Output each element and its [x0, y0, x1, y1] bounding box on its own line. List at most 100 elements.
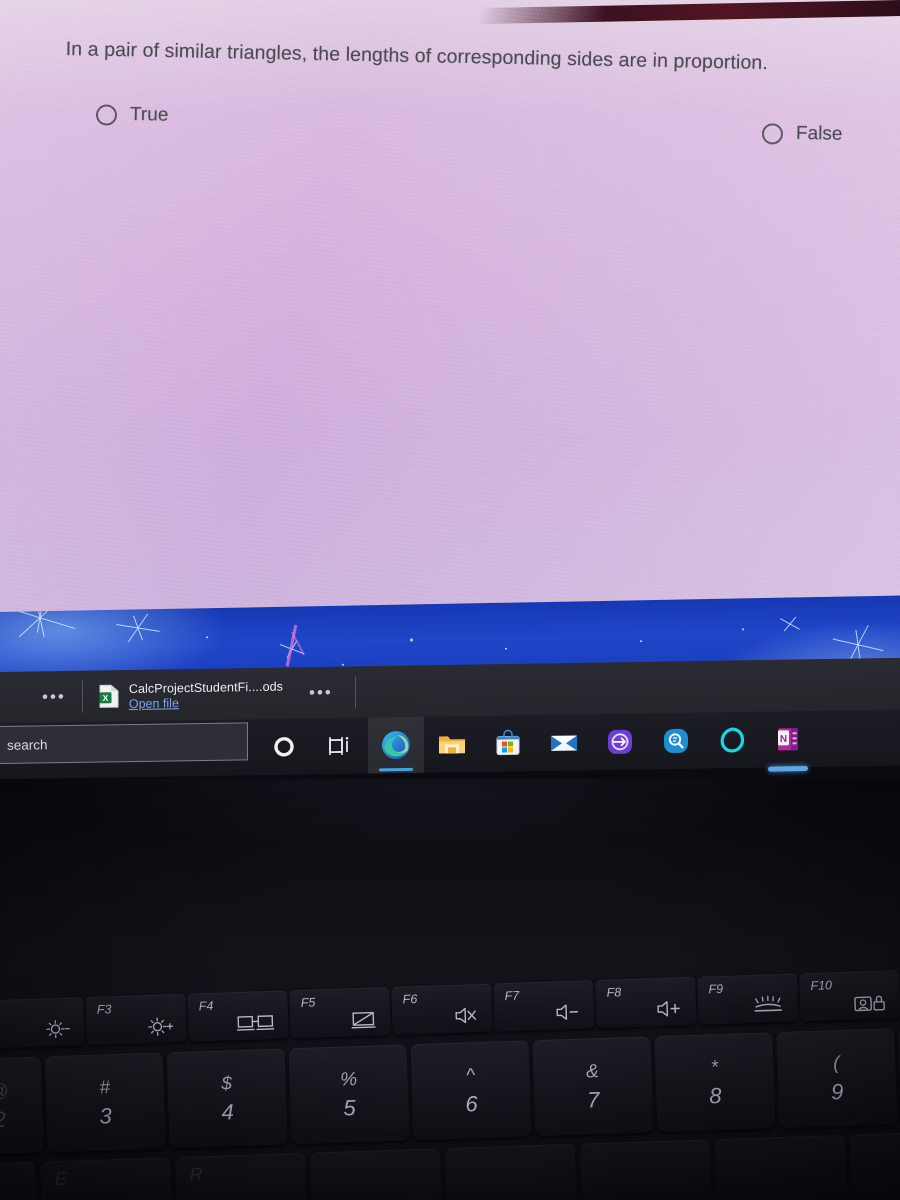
key-f2[interactable] — [0, 997, 86, 1049]
star-dot — [505, 647, 507, 650]
radio-option-true[interactable]: True — [95, 103, 169, 126]
open-file-link[interactable]: Open file — [129, 696, 179, 711]
key-3-symbol: # — [99, 1076, 111, 1099]
key-f9[interactable]: F9 — [697, 973, 799, 1025]
key-f7[interactable]: F7 — [493, 980, 595, 1032]
taskbar-item-onenote[interactable]: N — [760, 711, 816, 772]
laptop-keyboard: F3 F4 F5 F6 F7 F8 F9 F10 @ 2 # 3 $ 4 % 5… — [0, 779, 900, 1200]
key-9[interactable]: ( 9 — [776, 1028, 898, 1129]
key-8[interactable]: * 8 — [654, 1032, 776, 1133]
taskbar-item-sync[interactable] — [592, 713, 648, 770]
key-f4-label: F4 — [198, 998, 214, 1014]
radio-option-true-label: True — [129, 103, 169, 126]
key-r[interactable]: R — [175, 1152, 308, 1200]
key-5[interactable]: % 5 — [288, 1044, 410, 1145]
key-f10-label: F10 — [810, 978, 833, 994]
taskbar-item-task-view[interactable] — [312, 718, 368, 775]
running-app-indicator — [768, 766, 808, 772]
key-f10[interactable]: F10 — [799, 970, 900, 1022]
radio-button-true-circle[interactable] — [95, 103, 118, 126]
key-f4[interactable]: F4 — [187, 990, 289, 1042]
keyboard-glow — [0, 779, 900, 979]
taskbar-item-assistant[interactable] — [704, 712, 760, 769]
volume-up-icon — [654, 996, 685, 1021]
key-3[interactable]: # 3 — [44, 1052, 166, 1153]
key-2[interactable]: @ 2 — [0, 1056, 44, 1156]
taskbar-item-cortana[interactable] — [256, 718, 312, 775]
key-f3[interactable]: F3 — [85, 993, 187, 1046]
key-4-symbol: $ — [220, 1072, 233, 1095]
onenote-icon: N — [775, 726, 801, 752]
key-9-digit: 9 — [830, 1078, 844, 1104]
key-7[interactable]: & 7 — [532, 1036, 654, 1137]
star-dot — [742, 628, 744, 630]
more-horizontal-icon[interactable]: ••• — [309, 683, 333, 702]
sync-icon — [607, 729, 633, 755]
key-e-label: E — [54, 1168, 68, 1190]
key-5-digit: 5 — [342, 1094, 357, 1121]
microsoft-store-icon — [495, 729, 521, 756]
svg-text:N: N — [780, 734, 787, 745]
key-o[interactable] — [849, 1130, 900, 1200]
brightness-up-icon — [144, 1013, 175, 1038]
spreadsheet-file-icon: X — [99, 684, 119, 708]
key-e[interactable]: E — [40, 1157, 173, 1200]
key-4[interactable]: $ 4 — [166, 1048, 288, 1149]
assistant-icon — [719, 727, 745, 753]
key-r-label: R — [189, 1164, 203, 1185]
key-f8[interactable]: F8 — [595, 976, 697, 1029]
screen-bezel-edge — [480, 0, 900, 25]
star-dot — [640, 640, 642, 643]
key-i[interactable] — [714, 1134, 847, 1200]
taskbar-item-edge[interactable] — [368, 716, 424, 774]
taskbar-search-box[interactable]: search — [0, 722, 248, 765]
download-filename: CalcProjectStudentFi....ods — [128, 679, 284, 696]
radio-button-false-circle[interactable] — [761, 122, 784, 145]
key-8-symbol: * — [710, 1056, 719, 1078]
active-app-indicator — [379, 767, 413, 772]
key-y[interactable] — [444, 1143, 578, 1200]
screen-off-icon — [348, 1006, 379, 1031]
question-text: In a pair of similar triangles, the leng… — [65, 38, 769, 75]
taskbar-item-file-explorer[interactable] — [424, 716, 480, 773]
cortana-icon — [273, 736, 295, 758]
volume-down-icon — [552, 1000, 583, 1025]
key-f5[interactable]: F5 — [289, 986, 391, 1039]
keyboard-number-row: @ 2 # 3 $ 4 % 5 ^ 6 & 7 * 8 ( 9 — [0, 1025, 900, 1156]
taskbar-item-mail[interactable] — [536, 714, 592, 771]
key-tab[interactable]: W — [0, 1161, 38, 1200]
mail-icon — [550, 731, 578, 753]
radio-option-false[interactable]: False — [761, 122, 843, 146]
edge-icon — [381, 730, 411, 760]
file-explorer-icon — [438, 732, 466, 756]
key-8-digit: 8 — [708, 1082, 722, 1108]
keyboard-backlight-icon — [750, 993, 787, 1018]
svg-text:X: X — [103, 693, 109, 703]
key-t[interactable] — [309, 1148, 443, 1200]
windows-taskbar: search N — [0, 709, 900, 779]
taskbar-item-search[interactable] — [648, 713, 704, 770]
privacy-lock-icon — [852, 989, 889, 1014]
key-5-symbol: % — [339, 1068, 358, 1091]
key-f5-label: F5 — [300, 995, 316, 1010]
radio-option-false-label: False — [795, 122, 843, 145]
key-f3-label: F3 — [96, 1002, 112, 1017]
display-switch-icon — [236, 1010, 277, 1035]
key-6[interactable]: ^ 6 — [410, 1040, 532, 1141]
key-3-digit: 3 — [99, 1102, 113, 1129]
key-6-symbol: ^ — [465, 1064, 476, 1086]
key-7-digit: 7 — [586, 1086, 600, 1112]
download-item[interactable]: CalcProjectStudentFi....ods Open file — [129, 679, 283, 710]
more-horizontal-icon[interactable]: ••• — [42, 687, 66, 706]
volume-mute-icon — [450, 1003, 481, 1028]
search-input[interactable]: search — [7, 737, 48, 753]
divider — [81, 680, 83, 713]
star-dot — [410, 638, 413, 641]
key-f8-label: F8 — [606, 985, 622, 1000]
key-9-symbol: ( — [832, 1052, 840, 1074]
key-f6[interactable]: F6 — [391, 983, 493, 1035]
key-f9-label: F9 — [708, 981, 724, 997]
taskbar-item-microsoft-store[interactable] — [480, 715, 536, 772]
key-u[interactable] — [579, 1139, 713, 1200]
divider — [354, 676, 356, 709]
